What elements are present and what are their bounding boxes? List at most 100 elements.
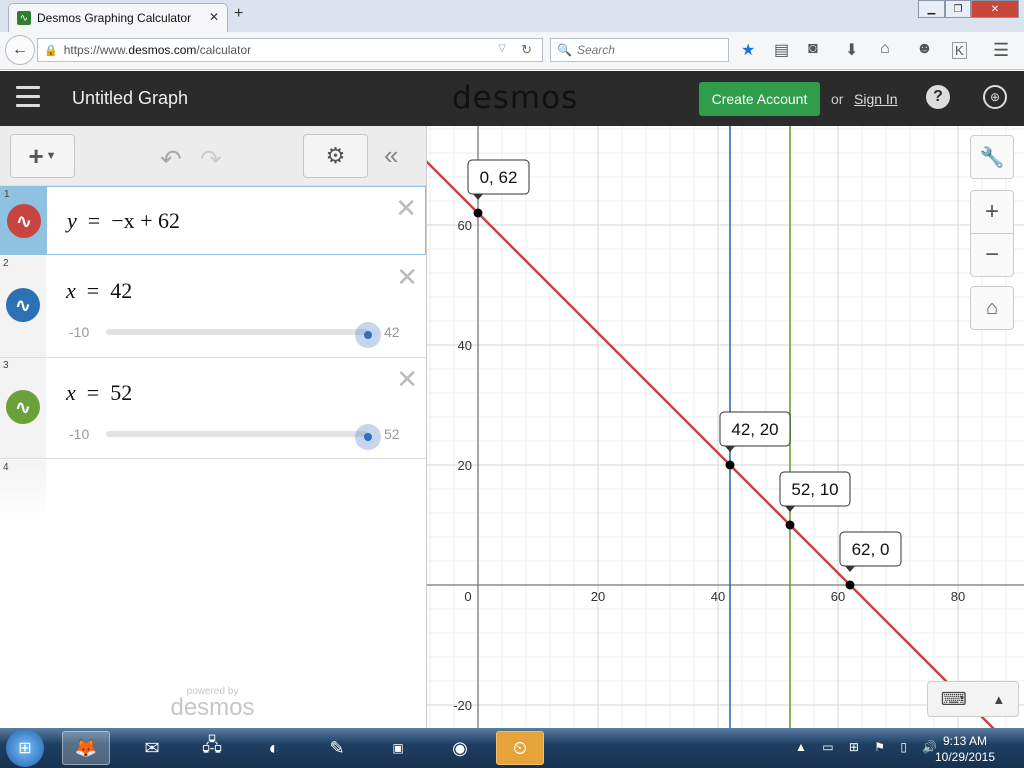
minimize-icon[interactable]: ▁ bbox=[918, 0, 945, 18]
or-text: or bbox=[831, 91, 844, 107]
slider-max[interactable]: 42 bbox=[384, 324, 400, 340]
zoom-in-icon[interactable]: + bbox=[970, 190, 1014, 234]
slider-track[interactable] bbox=[106, 424, 381, 450]
system-tray-icons[interactable]: ▲ ▭ ⊞ ⚑ ▯ 🔊 bbox=[795, 740, 943, 754]
globe-language-icon[interactable]: ⊕ bbox=[983, 85, 1007, 109]
bookmark-star-icon[interactable]: ★ bbox=[741, 40, 755, 60]
powered-by-desmos[interactable]: powered by desmos bbox=[165, 686, 260, 721]
extension-k-icon[interactable]: K bbox=[952, 42, 967, 59]
expression-math[interactable]: x = 42 bbox=[66, 278, 132, 304]
bookmarks-list-icon[interactable]: ▤ bbox=[774, 40, 789, 60]
blue-wave-icon[interactable]: ∿ bbox=[6, 288, 40, 322]
expression-math[interactable]: y = −x + 62 bbox=[67, 208, 180, 234]
expression-row-4[interactable]: 4 bbox=[0, 460, 46, 522]
expression-row-2[interactable]: 2 ∿ x = 42 ✕ -10 42 bbox=[0, 256, 426, 358]
home-view-icon[interactable]: ⌂ bbox=[970, 286, 1014, 330]
search-input[interactable]: 🔍 Search bbox=[550, 38, 729, 62]
create-account-button[interactable]: Create Account bbox=[699, 82, 820, 116]
delete-expression-icon[interactable]: ✕ bbox=[396, 364, 418, 395]
graph-canvas[interactable]: 0 20 40 60 80 60 40 20 -20 0, 62 42, 20 52, 10 62, 0 bbox=[427, 126, 1024, 728]
tab-title: Desmos Graphing Calculator bbox=[37, 11, 192, 25]
new-tab-icon[interactable]: + bbox=[234, 5, 243, 23]
slider-max[interactable]: 52 bbox=[384, 426, 400, 442]
collapse-panel-icon[interactable]: « bbox=[384, 140, 398, 171]
expression-number: 2 bbox=[3, 258, 9, 269]
slider-min[interactable]: -10 bbox=[69, 426, 89, 442]
download-icon[interactable]: ⬇ bbox=[845, 40, 858, 60]
graph-svg[interactable]: 0 20 40 60 80 60 40 20 -20 0, 62 42, 20 52, 10 62, 0 bbox=[427, 126, 1024, 728]
x-tick-label: 80 bbox=[951, 589, 965, 604]
windows-start-icon[interactable]: ⊞ bbox=[6, 729, 44, 767]
utility-app-icon[interactable]: ✎ bbox=[313, 731, 361, 765]
pocket-icon[interactable]: ◙ bbox=[808, 40, 818, 58]
slider-thumb[interactable] bbox=[355, 322, 381, 348]
red-wave-icon[interactable]: ∿ bbox=[7, 204, 41, 238]
reload-icon[interactable]: ↻ bbox=[521, 42, 532, 58]
keyboard-icon: ⌨ bbox=[940, 688, 967, 709]
expression-number: 1 bbox=[4, 189, 10, 200]
y-tick-label: -20 bbox=[453, 698, 472, 713]
back-arrow-icon[interactable]: ← bbox=[5, 35, 35, 65]
intersection-point bbox=[473, 208, 483, 218]
expression-eq: = bbox=[86, 380, 100, 405]
expression-lhs: x bbox=[66, 380, 76, 405]
tab-close-icon[interactable]: ✕ bbox=[209, 10, 219, 24]
slider-min[interactable]: -10 bbox=[69, 324, 89, 340]
search-placeholder: Search bbox=[576, 43, 615, 57]
clock-date: 10/29/2015 bbox=[934, 750, 996, 764]
expression-row-3[interactable]: 3 ∿ x = 52 ✕ -10 52 bbox=[0, 358, 426, 459]
browser-menu-icon[interactable]: ☰ bbox=[993, 40, 1009, 61]
url-domain: desmos.com bbox=[128, 43, 197, 57]
restore-icon[interactable]: ❐ bbox=[945, 0, 971, 18]
delete-expression-icon[interactable]: ✕ bbox=[396, 262, 418, 293]
wrench-icon[interactable]: 🔧 bbox=[970, 135, 1014, 179]
graph-title[interactable]: Untitled Graph bbox=[72, 88, 188, 109]
network-app-icon[interactable]: 🖧 bbox=[188, 731, 236, 765]
point-label: 52, 10 bbox=[791, 480, 838, 499]
undo-icon[interactable]: ↶ bbox=[160, 144, 182, 175]
expression-row-1[interactable]: 1 ∿ y = −x + 62 ✕ bbox=[0, 186, 426, 255]
slider-thumb[interactable] bbox=[355, 424, 381, 450]
thunderbird-icon[interactable]: ✉ bbox=[128, 731, 176, 765]
taskbar-clock[interactable]: 9:13 AM 10/29/2015 bbox=[930, 733, 1000, 765]
zoom-out-icon[interactable]: − bbox=[970, 233, 1014, 277]
help-icon[interactable]: ? bbox=[926, 85, 950, 109]
chrome-icon[interactable]: ◉ bbox=[436, 731, 484, 765]
slider-track[interactable] bbox=[106, 322, 381, 348]
expression-rhs: −x + 62 bbox=[111, 208, 181, 233]
expression-math[interactable]: x = 52 bbox=[66, 380, 132, 406]
gear-icon[interactable]: ⚙ bbox=[303, 134, 368, 178]
lock-icon: 🔒 bbox=[44, 44, 58, 57]
home-icon[interactable]: ⌂ bbox=[880, 40, 890, 58]
expression-lhs: y bbox=[67, 208, 77, 233]
slider[interactable]: -10 52 bbox=[66, 424, 411, 450]
slider[interactable]: -10 42 bbox=[66, 322, 411, 348]
firefox-icon[interactable]: 🦊 bbox=[62, 731, 110, 765]
green-wave-icon[interactable]: ∿ bbox=[6, 390, 40, 424]
url-bar[interactable]: 🔒 https://www. desmos.com/calculator ▽ ↻ bbox=[37, 38, 543, 62]
browser-tab[interactable]: ∿ Desmos Graphing Calculator ✕ bbox=[8, 3, 228, 32]
command-prompt-icon[interactable]: ▣ bbox=[374, 731, 422, 765]
y-tick-label: 60 bbox=[458, 218, 472, 233]
window-close-icon[interactable]: ✕ bbox=[971, 0, 1019, 18]
redo-icon[interactable]: ↷ bbox=[200, 144, 222, 175]
menu-hamburger-icon[interactable] bbox=[16, 86, 40, 108]
url-dropdown-icon[interactable]: ▽ bbox=[498, 43, 506, 54]
delete-expression-icon[interactable]: ✕ bbox=[395, 193, 417, 224]
point-label-pointer bbox=[473, 194, 483, 200]
x-tick-label: 60 bbox=[831, 589, 845, 604]
chevron-up-icon: ▲ bbox=[992, 691, 1006, 707]
expression-rhs: 52 bbox=[110, 380, 133, 405]
y-tick-label: 40 bbox=[458, 338, 472, 353]
clock-time: 9:13 AM bbox=[942, 734, 988, 748]
schedule-app-icon[interactable]: ⏲ bbox=[496, 731, 544, 765]
powered-by-logo: desmos bbox=[170, 694, 255, 721]
keyboard-toggle-button[interactable]: ⌨ ▲ bbox=[927, 681, 1019, 717]
hello-chat-icon[interactable]: ☻ bbox=[916, 40, 933, 58]
expression-rhs: 42 bbox=[110, 278, 133, 303]
eclipse-app-icon[interactable]: ◐ bbox=[250, 731, 298, 765]
add-item-button[interactable]: + ▼ bbox=[10, 134, 75, 178]
sign-in-link[interactable]: Sign In bbox=[854, 91, 898, 107]
expression-number: 4 bbox=[3, 462, 9, 473]
search-icon: 🔍 bbox=[557, 43, 572, 57]
